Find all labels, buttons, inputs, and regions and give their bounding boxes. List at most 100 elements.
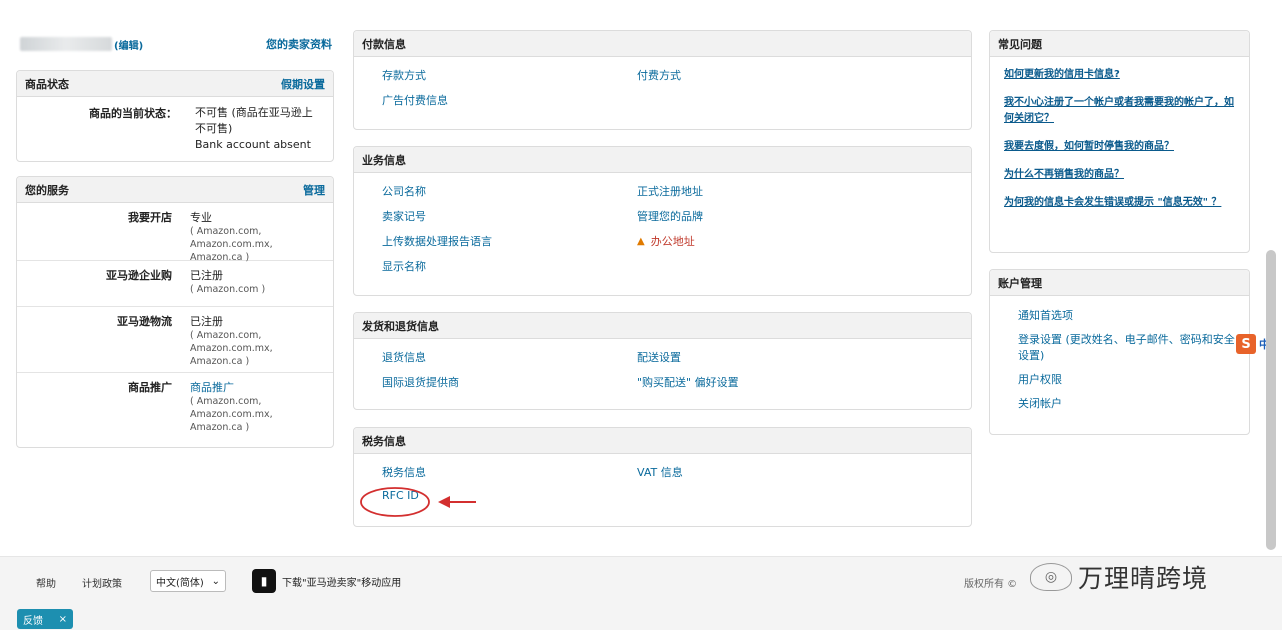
annotation-arrow-head xyxy=(438,496,450,508)
payment-info-header: 付款信息 xyxy=(354,31,971,57)
shipping-info-card: 发货和退货信息 退货信息 配送设置 国际退货提供商 "购买配送" 偏好设置 xyxy=(353,312,972,410)
feedback-button[interactable]: 反馈 × xyxy=(17,609,73,629)
listing-status-row: 商品的当前状态： 不可售 (商品在亚马逊上 不可售) Bank account … xyxy=(17,97,333,153)
language-select-value: 中文(简体) xyxy=(156,577,204,589)
listing-status-header: 商品状态 假期设置 xyxy=(17,71,333,97)
vacation-settings-link[interactable]: 假期设置 xyxy=(281,76,325,92)
status-line-2: 不可售) xyxy=(195,122,233,135)
office-address-link[interactable]: 办公地址 xyxy=(651,233,695,249)
listing-status-card: 商品状态 假期设置 商品的当前状态： 不可售 (商品在亚马逊上 不可售) Ban… xyxy=(16,70,334,162)
return-info-link[interactable]: 退货信息 xyxy=(382,349,637,365)
seller-profile-link[interactable]: 您的卖家资料 xyxy=(266,36,332,52)
services-list: 我要开店 专业 ( Amazon.com, Amazon.com.mx, Ama… xyxy=(17,203,333,435)
ime-indicator[interactable]: S 中 xyxy=(1236,334,1270,354)
faq-item[interactable]: 为什么不再销售我的商品？ xyxy=(1004,167,1235,183)
service-row: 我要开店 专业 ( Amazon.com, Amazon.com.mx, Ama… xyxy=(17,203,333,263)
brand-name: 万理晴跨境 xyxy=(1078,564,1209,593)
upload-data-language-link[interactable]: 上传数据处理报告语言 xyxy=(382,233,637,249)
service-market: ( Amazon.com, xyxy=(190,330,262,341)
faq-card: 常见问题 如何更新我的信用卡信息? 我不小心注册了一个帐户或者我需要我的帐户了，… xyxy=(989,30,1250,253)
sogou-s-icon: S xyxy=(1236,334,1256,354)
service-market: Amazon.com.mx, xyxy=(190,409,273,420)
notification-prefs-link[interactable]: 通知首选项 xyxy=(1018,308,1237,324)
service-name: 亚马逊物流 xyxy=(117,315,172,328)
account-management-card: 账户管理 通知首选项 登录设置 (更改姓名、电子邮件、密码和安全设置) 用户权限… xyxy=(989,269,1250,435)
service-name: 我要开店 xyxy=(128,211,172,224)
service-market: ( Amazon.com ) xyxy=(190,284,266,295)
buy-shipping-prefs-link[interactable]: "购买配送" 偏好设置 xyxy=(637,374,971,390)
blurred-seller-name xyxy=(20,37,112,51)
manage-services-link[interactable]: 管理 xyxy=(303,182,325,198)
listing-status-title: 商品状态 xyxy=(25,77,69,91)
service-name: 亚马逊企业购 xyxy=(106,269,172,282)
payment-info-links: 存款方式 付费方式 广告付费信息 xyxy=(354,57,971,108)
app-download-text: 下载"亚马逊卖家"移动应用 xyxy=(282,577,402,589)
ad-promotion-link[interactable]: 商品推广 xyxy=(190,381,234,394)
shipping-info-links: 退货信息 配送设置 国际退货提供商 "购买配送" 偏好设置 xyxy=(354,339,971,390)
service-market: Amazon.com.mx, xyxy=(190,343,273,354)
manage-brands-link[interactable]: 管理您的品牌 xyxy=(637,208,971,224)
business-info-card: 业务信息 公司名称 正式注册地址 卖家记号 管理您的品牌 上传数据处理报告语言 … xyxy=(353,146,972,296)
close-account-link[interactable]: 关闭帐户 xyxy=(1018,396,1237,412)
services-title: 您的服务 xyxy=(25,183,69,197)
business-info-title: 业务信息 xyxy=(362,153,406,167)
shipping-settings-link[interactable]: 配送设置 xyxy=(637,349,971,365)
merchant-token-link[interactable]: 卖家记号 xyxy=(382,208,637,224)
service-name: 商品推广 xyxy=(128,381,172,394)
service-status: 已注册 xyxy=(190,269,223,282)
faq-title: 常见问题 xyxy=(998,37,1042,51)
service-row: 亚马逊物流 已注册 ( Amazon.com, Amazon.com.mx, A… xyxy=(17,307,333,373)
wechat-logo-icon: ◎ xyxy=(1030,563,1072,591)
service-value: 专业 ( Amazon.com, Amazon.com.mx, Amazon.c… xyxy=(190,209,325,263)
company-name-link[interactable]: 公司名称 xyxy=(382,183,637,199)
edit-profile-link[interactable]: (编辑) xyxy=(114,37,143,52)
faq-item[interactable]: 我不小心注册了一个帐户或者我需要我的帐户了，如何关闭它？ xyxy=(1004,95,1235,127)
service-market: Amazon.ca ) xyxy=(190,422,250,433)
service-market: ( Amazon.com, xyxy=(190,226,262,237)
language-select[interactable]: 中文(简体) ⌄ xyxy=(150,570,226,592)
footer-policies-link[interactable]: 计划政策 xyxy=(82,575,122,590)
deposit-methods-link[interactable]: 存款方式 xyxy=(382,67,637,83)
payment-info-card: 付款信息 存款方式 付费方式 广告付费信息 xyxy=(353,30,972,130)
service-market: Amazon.ca ) xyxy=(190,252,250,263)
service-row: 亚马逊企业购 已注册 ( Amazon.com ) xyxy=(17,261,333,307)
chevron-down-icon: ⌄ xyxy=(211,575,220,587)
shipping-info-header: 发货和退货信息 xyxy=(354,313,971,339)
brand-watermark: ◎ 万理晴跨境 xyxy=(1030,557,1208,597)
ad-payment-info-link[interactable]: 广告付费信息 xyxy=(382,92,637,108)
payment-info-title: 付款信息 xyxy=(362,37,406,51)
faq-item[interactable]: 我要去度假，如何暂时停售我的商品？ xyxy=(1004,139,1235,155)
copyright-text: 版权所有 © xyxy=(964,579,1018,590)
service-status: 已注册 xyxy=(190,315,223,328)
faq-item[interactable]: 如何更新我的信用卡信息? xyxy=(1004,67,1235,83)
footer-help-link[interactable]: 帮助 xyxy=(36,575,56,590)
service-market: Amazon.com.mx, xyxy=(190,239,273,250)
annotation-circle xyxy=(360,487,430,517)
display-name-link[interactable]: 显示名称 xyxy=(382,258,637,274)
close-icon[interactable]: × xyxy=(59,614,67,625)
listing-status-value: 不可售 (商品在亚马逊上 不可售) Bank account absent xyxy=(195,105,325,153)
feedback-label: 反馈 xyxy=(23,615,43,627)
faq-header: 常见问题 xyxy=(990,31,1249,57)
registered-address-link[interactable]: 正式注册地址 xyxy=(637,183,971,199)
business-info-header: 业务信息 xyxy=(354,147,971,173)
app-download[interactable]: ▮ 下载"亚马逊卖家"移动应用 xyxy=(252,569,401,593)
rfc-annotation xyxy=(360,487,476,517)
service-value: 已注册 ( Amazon.com, Amazon.com.mx, Amazon.… xyxy=(190,313,325,367)
tax-info-link[interactable]: 税务信息 xyxy=(382,464,637,480)
page-scrollbar[interactable] xyxy=(1266,250,1276,550)
office-address-warning[interactable]: ▲ 办公地址 xyxy=(637,233,971,249)
service-market: ( Amazon.com, xyxy=(190,396,262,407)
charge-methods-link[interactable]: 付费方式 xyxy=(637,67,971,83)
mobile-app-icon: ▮ xyxy=(252,569,276,593)
status-line-3: Bank account absent xyxy=(195,138,311,151)
shipping-info-title: 发货和退货信息 xyxy=(362,319,439,333)
faq-item[interactable]: 为何我的信息卡会发生错误或提示 "信息无效" ？ xyxy=(1004,195,1235,211)
profile-line: (编辑) 您的卖家资料 xyxy=(20,34,332,54)
user-permissions-link[interactable]: 用户权限 xyxy=(1018,372,1237,388)
vat-info-link[interactable]: VAT 信息 xyxy=(637,464,971,480)
status-line-1: 不可售 (商品在亚马逊上 xyxy=(195,106,313,119)
intl-return-provider-link[interactable]: 国际退货提供商 xyxy=(382,374,637,390)
service-row: 商品推广 商品推广 ( Amazon.com, Amazon.com.mx, A… xyxy=(17,373,333,435)
login-settings-link[interactable]: 登录设置 (更改姓名、电子邮件、密码和安全设置) xyxy=(1018,332,1237,364)
